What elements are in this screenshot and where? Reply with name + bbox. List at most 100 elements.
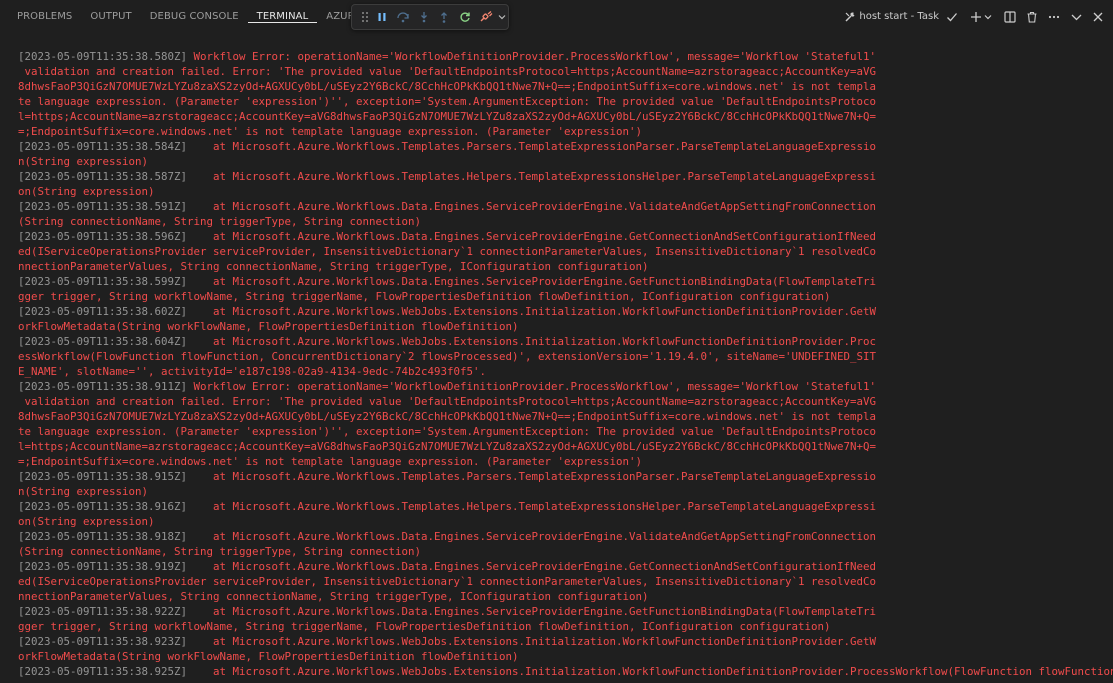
terminal-line: [2023-05-09T11:35:38.602Z] at Microsoft.… [18,304,1113,319]
terminal-line: orkFlowMetadata(String workFlowName, Flo… [18,319,1113,334]
terminal-line: [2023-05-09T11:35:38.922Z] at Microsoft.… [18,604,1113,619]
terminal-line: gger trigger, String workflowName, Strin… [18,619,1113,634]
log-message: at Microsoft.Azure.Workflows.WebJobs.Ext… [187,305,877,318]
terminal-line: [2023-05-09T11:35:38.918Z] at Microsoft.… [18,529,1113,544]
log-timestamp: [2023-05-09T11:35:38.923Z] [18,635,188,648]
log-timestamp: [2023-05-09T11:35:38.925Z] [18,665,188,678]
log-message: l=https;AccountName=azrstorageacc;Accoun… [18,110,877,123]
log-message: =;EndpointSuffix=core.windows.net' is no… [18,125,643,138]
log-message: orkFlowMetadata(String workFlowName, Flo… [18,320,519,333]
terminal-line: orkFlowMetadata(String workFlowName, Flo… [18,649,1113,664]
terminal-line: (String connectionName, String triggerTy… [18,214,1113,229]
log-timestamp: [2023-05-09T11:35:38.587Z] [18,170,188,183]
close-icon[interactable] [1091,6,1105,28]
log-timestamp: [2023-05-09T11:35:38.596Z] [18,230,188,243]
log-timestamp: [2023-05-09T11:35:38.916Z] [18,500,188,513]
check-icon[interactable] [945,6,959,28]
log-message: (String connectionName, String triggerTy… [18,215,422,228]
tab-terminal[interactable]: TERMINAL [247,0,318,23]
launch-profile-chevron-icon[interactable] [983,6,993,28]
log-message: 8dhwsFaoP3QiGzN7OMUE7WzLYZu8zaXS2zyOd+AG… [18,80,877,93]
task-terminal-entry[interactable]: host start - Task [844,6,939,28]
log-message: at Microsoft.Azure.Workflows.WebJobs.Ext… [187,335,877,348]
log-message: Workflow Error: operationName='WorkflowD… [187,380,877,393]
log-message: essWorkflow(FlowFunction flowFunction, C… [18,350,877,363]
log-message: nnectionParameterValues, String connecti… [18,260,649,273]
log-message: 8dhwsFaoP3QiGzN7OMUE7WzLYZu8zaXS2zyOd+AG… [18,410,877,423]
pause-icon[interactable] [372,6,393,28]
terminal-line: nnectionParameterValues, String connecti… [18,589,1113,604]
terminal-output[interactable]: [2023-05-09T11:35:38.580Z] Workflow Erro… [18,49,1113,683]
log-message: at Microsoft.Azure.Workflows.Data.Engine… [187,560,877,573]
terminal-line: validation and creation failed. Error: '… [18,64,1113,79]
disconnect-icon[interactable] [476,6,497,28]
log-message: at Microsoft.Azure.Workflows.Data.Engine… [187,230,877,243]
log-message: on(String expression) [18,515,155,528]
log-timestamp: [2023-05-09T11:35:38.580Z] [18,50,188,63]
log-timestamp: [2023-05-09T11:35:38.604Z] [18,335,188,348]
log-message: at Microsoft.Azure.Workflows.Data.Engine… [187,605,877,618]
terminal-line: [2023-05-09T11:35:38.923Z] at Microsoft.… [18,634,1113,649]
restart-icon[interactable] [455,6,476,28]
log-message: Workflow Error: operationName='WorkflowD… [187,50,877,63]
log-message: on(String expression) [18,185,155,198]
terminal-line: 8dhwsFaoP3QiGzN7OMUE7WzLYZu8zaXS2zyOd+AG… [18,79,1113,94]
terminal-line: 8dhwsFaoP3QiGzN7OMUE7WzLYZu8zaXS2zyOd+AG… [18,409,1113,424]
log-message: at Microsoft.Azure.Workflows.Data.Engine… [187,200,877,213]
terminal-line: [2023-05-09T11:35:38.584Z] at Microsoft.… [18,139,1113,154]
terminal-line: [2023-05-09T11:35:38.916Z] at Microsoft.… [18,499,1113,514]
log-message: at Microsoft.Azure.Workflows.Templates.H… [187,500,877,513]
terminal-line: [2023-05-09T11:35:38.911Z] Workflow Erro… [18,379,1113,394]
log-message: l=https;AccountName=azrstorageacc;Accoun… [18,440,877,453]
more-actions-icon[interactable] [1047,6,1061,28]
terminal-line: on(String expression) [18,514,1113,529]
log-message: =;EndpointSuffix=core.windows.net' is no… [18,455,643,468]
terminal-line: l=https;AccountName=azrstorageacc;Accoun… [18,109,1113,124]
tab-output[interactable]: OUTPUT [81,0,140,22]
terminal-line: [2023-05-09T11:35:38.599Z] at Microsoft.… [18,274,1113,289]
terminal-line: validation and creation failed. Error: '… [18,394,1113,409]
tab-debug-console[interactable]: DEBUG CONSOLE [141,0,248,22]
step-over-icon[interactable] [392,6,413,28]
terminal-line: E_NAME', slotName='', activityId='e187c1… [18,364,1113,379]
collapse-panel-chevron-icon[interactable] [1069,6,1083,28]
log-timestamp: [2023-05-09T11:35:38.919Z] [18,560,188,573]
log-timestamp: [2023-05-09T11:35:38.922Z] [18,605,188,618]
terminal-line: gger trigger, String workflowName, Strin… [18,289,1113,304]
terminal-line: essWorkflow(FlowFunction flowFunction, C… [18,349,1113,364]
terminal-line: [2023-05-09T11:35:38.919Z] at Microsoft.… [18,559,1113,574]
log-message: at Microsoft.Azure.Workflows.Data.Engine… [187,530,877,543]
terminal-line: [2023-05-09T11:35:38.604Z] at Microsoft.… [18,334,1113,349]
terminal-line: [2023-05-09T11:35:38.925Z] at Microsoft.… [18,664,1113,679]
log-message: te language expression. (Parameter 'expr… [18,95,877,108]
log-message: te language expression. (Parameter 'expr… [18,425,877,438]
log-message: (String connectionName, String triggerTy… [18,545,422,558]
trash-icon[interactable] [1025,6,1039,28]
terminal-line: =;EndpointSuffix=core.windows.net' is no… [18,124,1113,139]
log-message: at Microsoft.Azure.Workflows.WebJobs.Ext… [187,635,877,648]
log-message: at Microsoft.Azure.Workflows.WebJobs.Ext… [187,665,1113,678]
drag-grip-icon[interactable] [358,6,372,28]
log-message: at Microsoft.Azure.Workflows.Templates.P… [187,140,877,153]
debug-toolbar [351,4,509,30]
split-terminal-icon[interactable] [1003,6,1017,28]
log-timestamp: [2023-05-09T11:35:38.584Z] [18,140,188,153]
log-timestamp: [2023-05-09T11:35:38.591Z] [18,200,188,213]
log-timestamp: [2023-05-09T11:35:38.602Z] [18,305,188,318]
log-message: nnectionParameterValues, String connecti… [18,590,649,603]
log-message: n(String expression) [18,485,149,498]
tab-problems[interactable]: PROBLEMS [8,0,81,22]
step-into-icon[interactable] [413,6,434,28]
log-message: orkFlowMetadata(String workFlowName, Flo… [18,650,519,663]
log-timestamp: [2023-05-09T11:35:38.915Z] [18,470,188,483]
chevron-down-icon[interactable] [496,6,508,28]
terminal-line: n(String expression) [18,484,1113,499]
terminal-line: l=https;AccountName=azrstorageacc;Accoun… [18,439,1113,454]
step-out-icon[interactable] [434,6,455,28]
panel-actions: host start - Task [844,0,1113,33]
terminal-line: [2023-05-09T11:35:38.915Z] at Microsoft.… [18,469,1113,484]
log-message: E_NAME', slotName='', activityId='e187c1… [18,365,487,378]
terminal-line: ed(IServiceOperationsProvider servicePro… [18,244,1113,259]
new-terminal-plus-icon[interactable] [969,6,983,28]
terminal-line: nnectionParameterValues, String connecti… [18,259,1113,274]
